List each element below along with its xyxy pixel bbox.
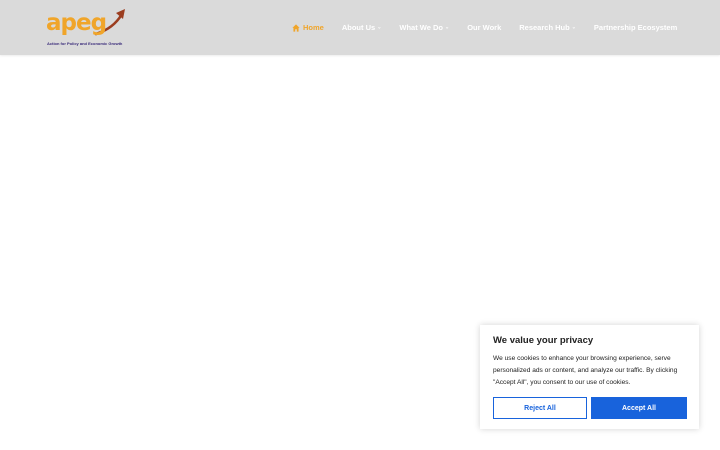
accept-all-button[interactable]: Accept All <box>591 397 687 419</box>
nav-item-label: Research Hub <box>519 23 570 32</box>
cookie-consent-banner: We value your privacy We use cookies to … <box>480 325 699 429</box>
home-icon <box>292 23 300 32</box>
site-header: apeg Action for Policy and Economic Grow… <box>0 0 720 55</box>
nav-item-research-hub[interactable]: Research Hub ⌄ <box>519 23 576 32</box>
nav-item-label: Partnership Ecosystem <box>593 23 678 32</box>
nav-item-label: Our Work <box>467 23 502 32</box>
nav-item-label: Home <box>303 23 324 32</box>
nav-item-partnership-ecosystem[interactable]: Partnership Ecosystem <box>594 23 677 32</box>
nav-item-label: About Us <box>341 23 376 32</box>
chevron-down-icon: ⌄ <box>377 24 382 30</box>
nav-item-about-us[interactable]: About Us ⌄ <box>342 23 382 32</box>
chevron-down-icon: ⌄ <box>445 24 450 30</box>
site-logo[interactable]: apeg Action for Policy and Economic Grow… <box>46 8 130 48</box>
chevron-down-icon: ⌄ <box>571 24 576 30</box>
logo-tagline: Action for Policy and Economic Growth <box>47 41 123 46</box>
nav-item-home[interactable]: Home <box>292 23 324 32</box>
nav-item-what-we-do[interactable]: What We Do ⌄ <box>399 23 449 32</box>
logo-wordmark: apeg <box>46 10 107 36</box>
nav-item-label: What We Do <box>399 23 443 32</box>
nav-item-our-work[interactable]: Our Work <box>467 23 501 32</box>
main-nav: Home About Us ⌄ What We Do ⌄ Our Work Re… <box>292 0 677 55</box>
cookie-description: We use cookies to enhance your browsing … <box>493 355 678 386</box>
cookie-title: We value your privacy <box>493 335 594 346</box>
reject-all-button[interactable]: Reject All <box>493 397 587 419</box>
